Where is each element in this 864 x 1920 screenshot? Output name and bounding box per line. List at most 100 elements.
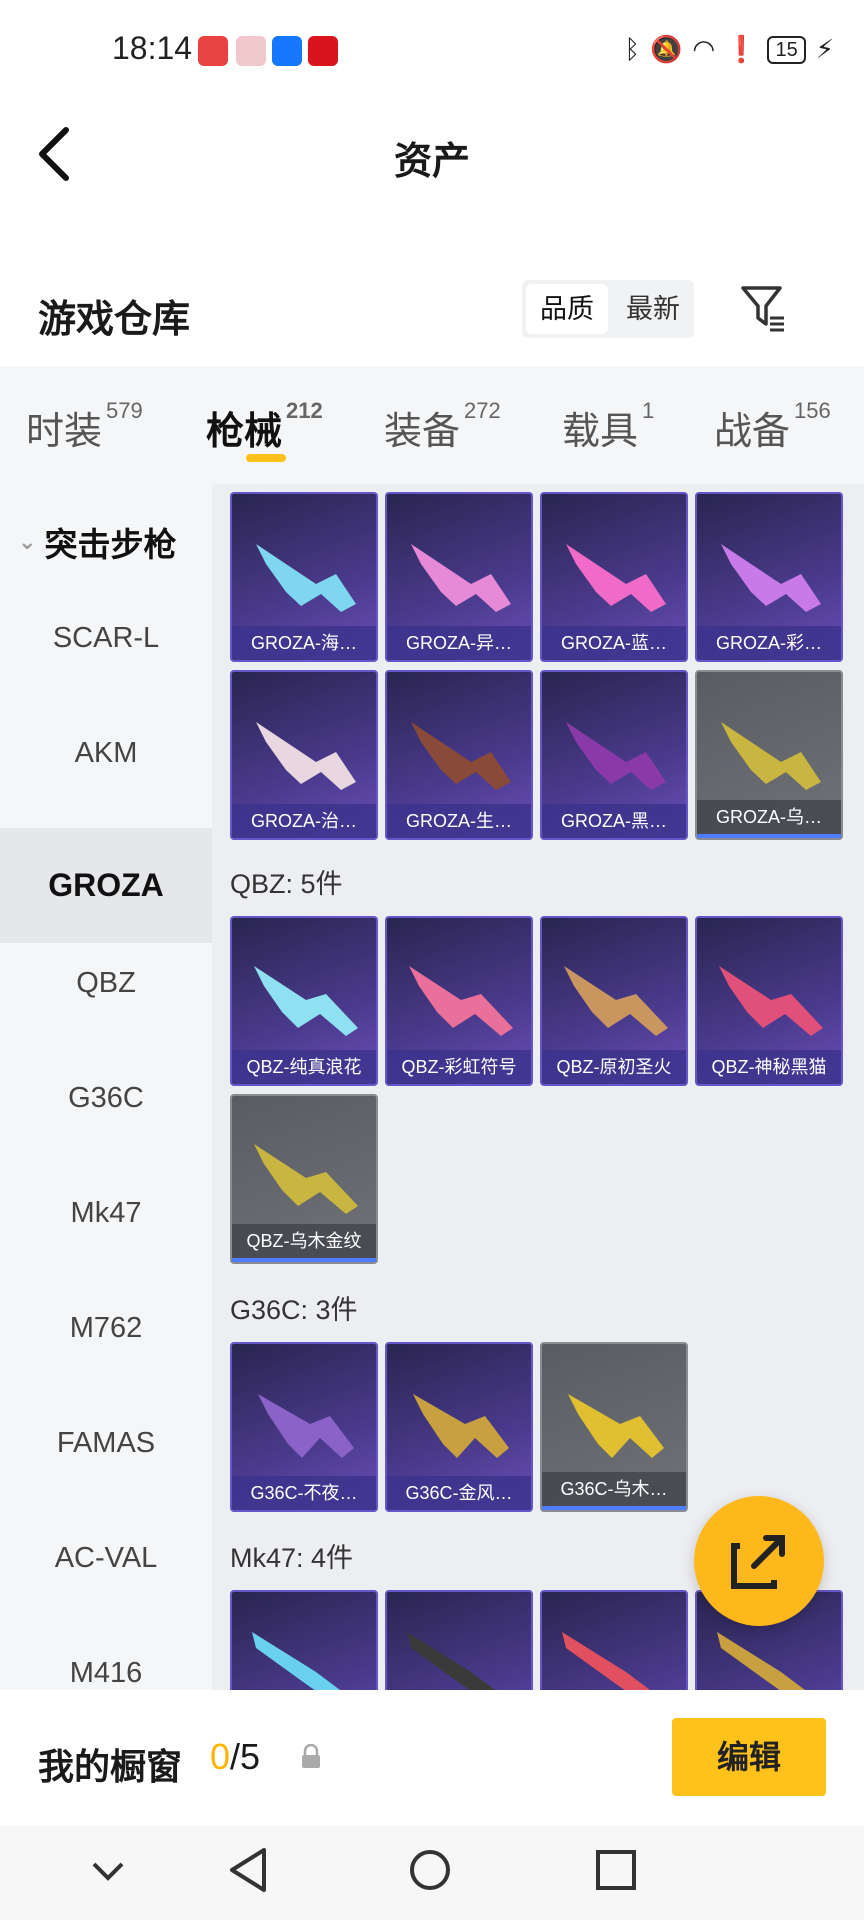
weapon-card[interactable]: QBZ-纯真浪花 [230, 916, 378, 1086]
weapon-card[interactable]: G36C-金风… [385, 1342, 533, 1512]
weapon-card[interactable] [385, 1590, 533, 1690]
weapon-card[interactable]: G36C-不夜… [230, 1342, 378, 1512]
rifle-icon [258, 1394, 354, 1458]
group-title-mk47: Mk47: 4件 [230, 1543, 354, 1573]
lock-icon [302, 1744, 320, 1768]
sidebar-item-famas[interactable]: FAMAS [0, 1386, 212, 1501]
tab-vehicles[interactable]: 载具1 [562, 398, 654, 455]
tab-supplies[interactable]: 战备156 [714, 398, 831, 455]
wifi-icon: ◠ [692, 34, 716, 64]
rifle-icon [254, 1144, 358, 1214]
app-icon-alipay [272, 36, 302, 66]
sidebar-item-scar-l[interactable]: SCAR-L [0, 581, 212, 696]
sidebar-item-qbz[interactable]: QBZ [0, 926, 212, 1041]
tab-firearms[interactable]: 枪械212 [206, 398, 323, 455]
rifle-icon [252, 1632, 340, 1690]
tab-equipment[interactable]: 装备272 [384, 398, 501, 455]
weapon-card-label: G36C-不夜… [232, 1476, 376, 1510]
rifle-icon [411, 722, 511, 790]
home-circle-icon[interactable] [408, 1848, 452, 1892]
share-icon [731, 1535, 785, 1589]
weapon-card-label: QBZ-原初圣火 [542, 1050, 686, 1084]
sidebar-item-m762[interactable]: M762 [0, 1271, 212, 1386]
weapon-card[interactable]: GROZA-黑… [540, 670, 688, 840]
weapon-card-label: GROZA-治… [232, 804, 376, 838]
sidebar-item-m416[interactable]: M416 [0, 1616, 212, 1690]
weapon-card[interactable]: G36C-乌木… [540, 1342, 688, 1512]
sidebar-item-akm[interactable]: AKM [0, 696, 212, 811]
weapon-sidebar: ⌄ 突击步枪 SCAR-L AKM GROZA QBZ G36C Mk47 M7… [0, 484, 212, 1690]
weapon-card-label: GROZA-黑… [542, 804, 686, 838]
rifle-icon [562, 1632, 650, 1690]
rifle-icon [568, 1394, 664, 1458]
rifle-icon [566, 544, 666, 612]
status-icons: ᛒ 🔕 ◠ ❗ 15 ⚡ [624, 34, 834, 65]
rifle-icon [413, 1394, 509, 1458]
weapon-card[interactable]: QBZ-乌木金纹 [230, 1094, 378, 1264]
page-title: 资产 [393, 141, 470, 183]
weapon-card-label: GROZA-异… [387, 626, 531, 660]
chevron-down-icon: ⌄ [18, 529, 37, 554]
weapon-card-label: QBZ-纯真浪花 [232, 1050, 376, 1084]
showcase-count: 0/5 [210, 1736, 261, 1777]
edit-button[interactable]: 编辑 [672, 1718, 826, 1796]
app-icon-box [236, 36, 266, 66]
app-icon-red [308, 36, 338, 66]
app-icon-huawei [198, 36, 228, 66]
sidebar-item-mk47[interactable]: Mk47 [0, 1156, 212, 1271]
sidebar-item-ac-val[interactable]: AC-VAL [0, 1501, 212, 1616]
share-fab[interactable] [694, 1496, 824, 1626]
alert-icon: ❗ [725, 34, 758, 64]
active-tab-indicator [246, 454, 286, 462]
system-navbar [0, 1826, 864, 1920]
warehouse-title: 游戏仓库 [38, 299, 191, 341]
weapon-card[interactable] [540, 1590, 688, 1690]
weapon-card-label: QBZ-神秘黑猫 [697, 1050, 841, 1084]
weapon-card-label: QBZ-乌木金纹 [232, 1224, 376, 1262]
weapon-card-label: GROZA-海… [232, 626, 376, 660]
back-triangle-icon[interactable] [226, 1846, 270, 1894]
rifle-icon [721, 722, 821, 790]
rifle-icon [719, 966, 823, 1036]
weapon-card[interactable]: GROZA-生… [385, 670, 533, 840]
weapon-card[interactable]: GROZA-海… [230, 492, 378, 662]
filter-icon[interactable] [740, 284, 786, 332]
rifle-icon [254, 966, 358, 1036]
weapon-card-label: GROZA-蓝… [542, 626, 686, 660]
rifle-icon [564, 966, 668, 1036]
weapon-card[interactable]: GROZA-治… [230, 670, 378, 840]
recents-square-icon[interactable] [594, 1848, 638, 1892]
charging-icon: ⚡ [815, 34, 834, 64]
weapon-card-label: GROZA-生… [387, 804, 531, 838]
tab-fashion[interactable]: 时装579 [26, 398, 143, 455]
rifle-icon [721, 544, 821, 612]
sort-segment: 品质 最新 [522, 280, 694, 338]
weapon-card-label: G36C-乌木… [542, 1472, 686, 1510]
weapon-card-label: GROZA-乌… [697, 800, 841, 838]
status-time: 18:14 [112, 30, 193, 66]
rifle-icon [407, 1632, 495, 1690]
sort-newest[interactable]: 最新 [612, 280, 694, 338]
mute-icon: 🔕 [650, 34, 683, 64]
rifle-icon [409, 966, 513, 1036]
sort-quality[interactable]: 品质 [526, 284, 608, 334]
weapon-card[interactable]: QBZ-彩虹符号 [385, 916, 533, 1086]
rifle-icon [411, 544, 511, 612]
bluetooth-icon: ᛒ [624, 34, 641, 64]
group-title-qbz: QBZ: 5件 [230, 869, 343, 899]
sidebar-item-g36c[interactable]: G36C [0, 1041, 212, 1156]
weapon-card[interactable]: GROZA-蓝… [540, 492, 688, 662]
battery-icon: 15 [767, 35, 806, 64]
weapon-card[interactable]: QBZ-原初圣火 [540, 916, 688, 1086]
rifle-icon [256, 544, 356, 612]
weapon-card[interactable]: GROZA-异… [385, 492, 533, 662]
showcase-label: 我的橱窗 [38, 1746, 183, 1787]
rifle-icon [256, 722, 356, 790]
weapon-card[interactable] [230, 1590, 378, 1690]
group-title-g36c: G36C: 3件 [230, 1295, 358, 1325]
sidebar-category-assault-rifle[interactable]: ⌄ 突击步枪 [18, 518, 176, 566]
weapon-card[interactable]: QBZ-神秘黑猫 [695, 916, 843, 1086]
chevron-down-icon[interactable] [88, 1854, 128, 1890]
weapon-card[interactable]: GROZA-乌… [695, 670, 843, 840]
weapon-card[interactable]: GROZA-彩… [695, 492, 843, 662]
